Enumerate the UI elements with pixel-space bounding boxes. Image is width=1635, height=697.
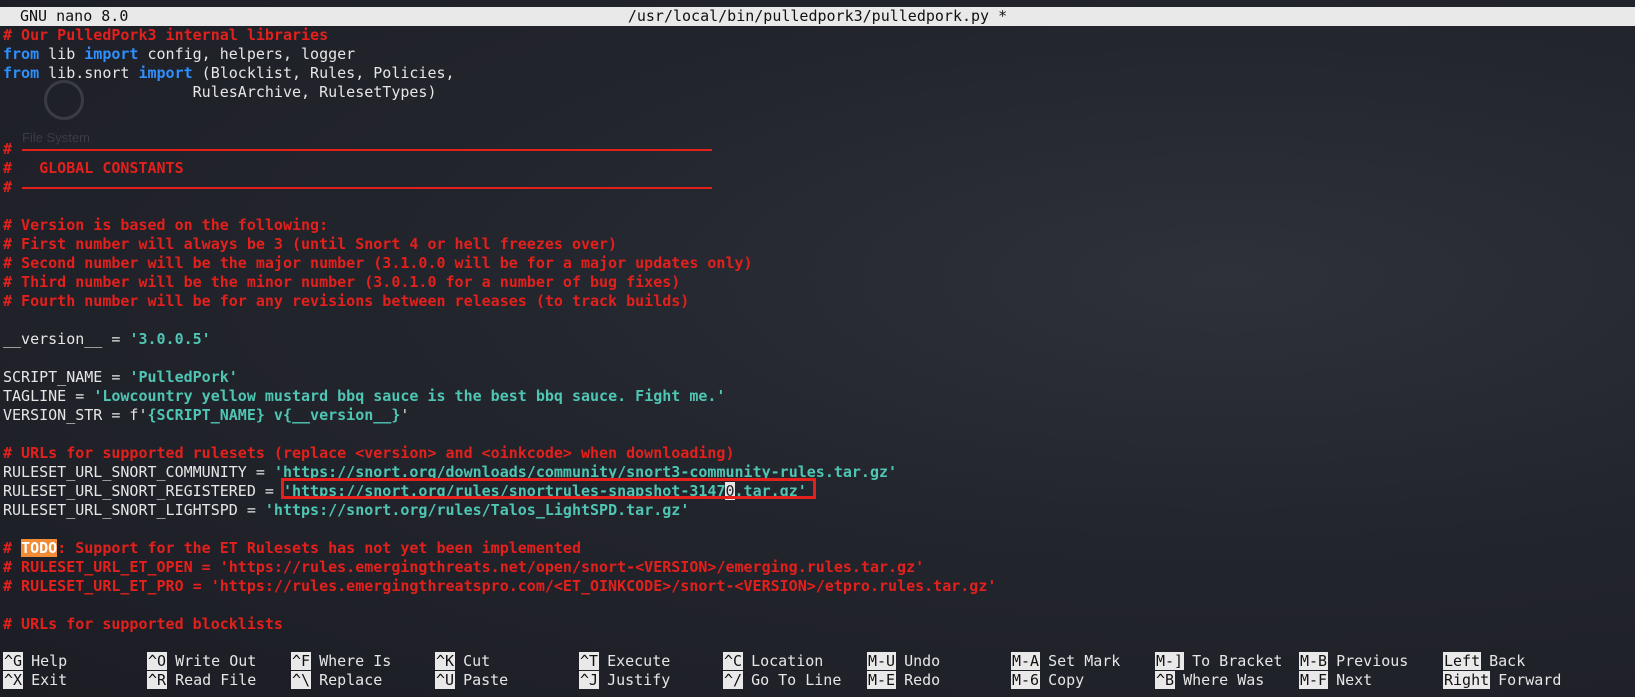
shortcut-help[interactable]: ^G Help [3,652,67,671]
code-line: # URLs for supported rulesets (replace <… [3,444,735,462]
shortcut-redo[interactable]: M-E Redo [867,671,940,690]
string-literal: 'PulledPork' [129,368,238,386]
shortcut-bar: ^G Help ^O Write Out ^F Where Is ^K Cut ^T Ex… [3,652,1633,690]
shortcut-copy[interactable]: M-6 Copy [1011,671,1084,690]
shortcut-back[interactable]: Left Back [1443,652,1525,671]
import-names: config, helpers, logger [138,45,356,63]
code-line: from lib.snort import (Blocklist, Rules,… [3,64,1633,83]
shortcut-where-was[interactable]: ^B Where Was [1155,671,1264,690]
code-line: # RULESET_URL_ET_PRO = 'https://rules.em… [3,577,997,595]
shortcut-row-1: ^G Help ^O Write Out ^F Where Is ^K Cut ^T Ex… [3,652,1633,671]
shortcut-forward[interactable]: Right Forward [1443,671,1561,690]
shortcut-write-out[interactable]: ^O Write Out [147,652,256,671]
code-line: # First number will always be 3 (until S… [3,235,618,253]
comment-hash: # [3,539,22,557]
code-line: RULESET_URL_SNORT_LIGHTSPD = 'https://sn… [3,501,1633,520]
shortcut-read-file[interactable]: ^R Read File [147,671,256,690]
nano-title-bar: GNU nano 8.0 /usr/local/bin/pulledpork3/… [0,7,1635,26]
shortcut-justify[interactable]: ^J Justify [579,671,670,690]
variable: VERSION_STR = f' [3,406,148,424]
shortcut-to-bracket[interactable]: M-] To Bracket [1155,652,1282,671]
shortcut-next[interactable]: M-F Next [1299,671,1372,690]
comment-hash: # [3,178,13,196]
annotation-highlight-box [281,478,816,499]
code-line: RulesArchive, RulesetTypes) [3,83,437,101]
code-line: # URLs for supported blocklists [3,615,283,633]
comment-rule [22,186,713,189]
shortcut-cut[interactable]: ^K Cut [435,652,490,671]
code-line: RULESET_URL_SNORT_COMMUNITY = 'https://s… [3,463,1633,482]
code-line: from lib import config, helpers, logger [3,45,1633,64]
variable: TAGLINE = [3,387,94,405]
comment-hash: # [3,140,13,158]
code-line: # Third number will be the minor number … [3,273,681,291]
todo-marker: TODO [21,539,58,557]
keyword: import [138,64,193,82]
string-literal: 'Lowcountry yellow mustard bbq sauce is … [93,387,726,405]
code-line: __version__ = '3.0.0.5' [3,330,1633,349]
file-path-title: /usr/local/bin/pulledpork3/pulledpork.py… [627,7,1008,25]
module: lib.snort [39,64,139,82]
code-editor[interactable]: # Our PulledPork3 internal libraries fro… [3,26,1633,634]
import-names: (Blocklist, Rules, Policies, [192,64,455,82]
variable: __version__ = [3,330,130,348]
shortcut-set-mark[interactable]: M-A Set Mark [1011,652,1120,671]
code-line: SCRIPT_NAME = 'PulledPork' [3,368,1633,387]
code-line: # [3,178,1633,197]
code-line: # Second number will be the major number… [3,254,753,272]
variable: RULESET_URL_SNORT_LIGHTSPD = [3,501,265,519]
comment-text: : Support for the ET Rulesets has not ye… [57,539,581,557]
code-line: # GLOBAL CONSTANTS [3,159,184,177]
code-line: # Fourth number will be for any revision… [3,292,690,310]
code-line: TAGLINE = 'Lowcountry yellow mustard bbq… [3,387,1633,406]
shortcut-where-is[interactable]: ^F Where Is [291,652,391,671]
code-line: VERSION_STR = f'{SCRIPT_NAME} v{__versio… [3,406,1633,425]
keyword: import [84,45,139,63]
string-literal: '3.0.0.5' [129,330,211,348]
code-line: # Version is based on the following: [3,216,329,234]
string-literal: {SCRIPT_NAME} v{__version__} [147,406,401,424]
variable: SCRIPT_NAME = [3,368,130,386]
shortcut-replace[interactable]: ^\ Replace [291,671,382,690]
shortcut-undo[interactable]: M-U Undo [867,652,940,671]
shortcut-exit[interactable]: ^X Exit [3,671,67,690]
variable: RULESET_URL_SNORT_COMMUNITY = [3,463,274,481]
shortcut-previous[interactable]: M-B Previous [1299,652,1408,671]
code-line: # RULESET_URL_ET_OPEN = 'https://rules.e… [3,558,925,576]
keyword: from [3,64,40,82]
code-line-current: RULESET_URL_SNORT_REGISTERED = 'https://… [3,482,1633,501]
shortcut-row-2: ^X Exit ^R Read File ^\ Replace ^U Paste ^J J… [3,671,1633,690]
shortcut-paste[interactable]: ^U Paste [435,671,508,690]
shortcut-location[interactable]: ^C Location [723,652,823,671]
string-literal: 'https://snort.org/rules/Talos_LightSPD.… [264,501,690,519]
code-line: # [3,140,1633,159]
shortcut-execute[interactable]: ^T Execute [579,652,670,671]
shortcut-go-to-line[interactable]: ^/Go To Line [723,671,841,690]
string-quote: ' [400,406,410,424]
variable: RULESET_URL_SNORT_REGISTERED = [3,482,283,500]
comment-rule [22,148,713,151]
module: lib [39,45,85,63]
code-line: # TODO: Support for the ET Rulesets has … [3,539,1633,558]
keyword: from [3,45,40,63]
code-line: # Our PulledPork3 internal libraries [3,26,329,44]
